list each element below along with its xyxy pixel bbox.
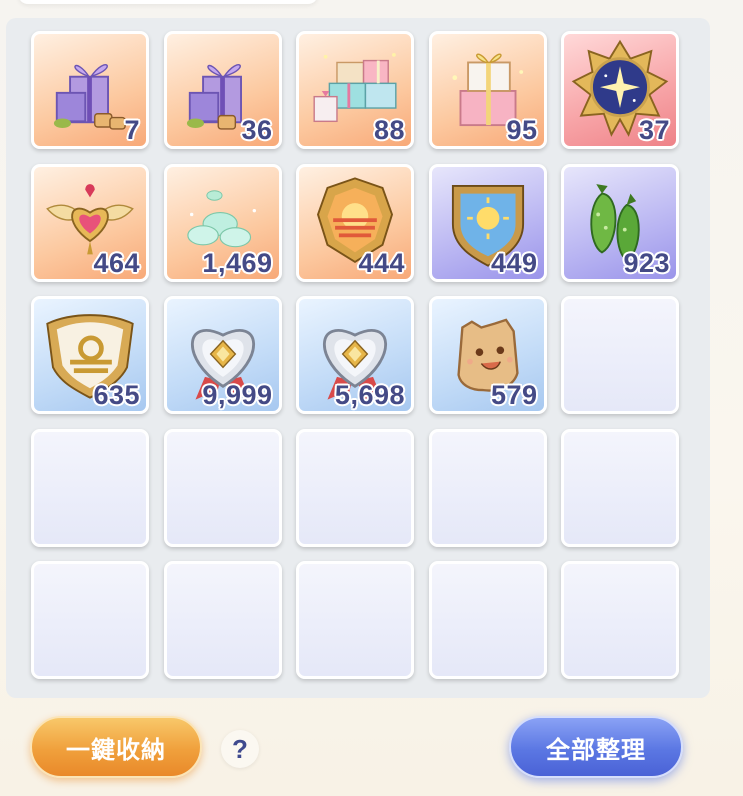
inventory-slot[interactable]: 5,698	[296, 296, 414, 414]
item-count: 444	[358, 247, 405, 278]
empty-slot[interactable]	[428, 561, 547, 679]
empty-slot[interactable]	[163, 561, 282, 679]
item-count: 5,698	[334, 380, 405, 410]
empty-slot[interactable]	[561, 296, 679, 414]
collect-all-label: 一鍵收納	[66, 736, 166, 764]
item-count: 9,999	[202, 380, 273, 410]
empty-slot[interactable]	[163, 428, 282, 547]
inventory-slot[interactable]: 7	[31, 31, 149, 149]
inventory-slot[interactable]: 88	[296, 31, 414, 149]
item-count: 7	[124, 115, 140, 145]
inventory-slot[interactable]: 444	[296, 163, 414, 282]
empty-slot[interactable]	[428, 428, 547, 547]
inventory-grid: 7 36 88 95 37 464 1,469 444 449 923 635 …	[31, 31, 679, 679]
sort-all-label: 全部整理	[546, 736, 646, 764]
item-count: 36	[241, 115, 273, 145]
inventory-slot[interactable]: 579	[428, 296, 547, 414]
help-icon[interactable]: ?	[221, 730, 259, 768]
empty-slot[interactable]	[31, 561, 149, 679]
inventory-slot[interactable]: 923	[561, 163, 679, 282]
item-count: 1,469	[202, 247, 273, 278]
inventory-slot[interactable]: 37	[561, 31, 679, 149]
item-count: 464	[93, 247, 140, 278]
inventory-slot[interactable]: 9,999	[163, 296, 282, 414]
help-icon-glyph: ?	[232, 733, 248, 764]
item-count: 37	[638, 115, 670, 145]
empty-slot[interactable]	[296, 561, 414, 679]
sort-all-button[interactable]: 全部整理	[509, 716, 683, 778]
inventory-slot[interactable]: 1,469	[163, 163, 282, 282]
empty-slot[interactable]	[561, 428, 679, 547]
item-count: 449	[490, 247, 538, 278]
empty-slot[interactable]	[296, 428, 414, 547]
empty-slot[interactable]	[31, 428, 149, 547]
inventory-slot[interactable]: 464	[31, 163, 149, 282]
empty-slot[interactable]	[561, 561, 679, 679]
inventory-slot[interactable]: 449	[428, 163, 547, 282]
collect-all-button[interactable]: 一鍵收納	[30, 716, 202, 778]
top-panel-edge	[18, 0, 318, 4]
item-count: 88	[373, 115, 405, 145]
item-count: 95	[506, 115, 538, 145]
inventory-slot[interactable]: 635	[31, 296, 149, 414]
item-count: 923	[623, 247, 670, 278]
inventory-slot[interactable]: 36	[163, 31, 282, 149]
item-count: 635	[93, 380, 140, 410]
item-count: 579	[490, 380, 538, 410]
inventory-slot[interactable]: 95	[428, 31, 547, 149]
